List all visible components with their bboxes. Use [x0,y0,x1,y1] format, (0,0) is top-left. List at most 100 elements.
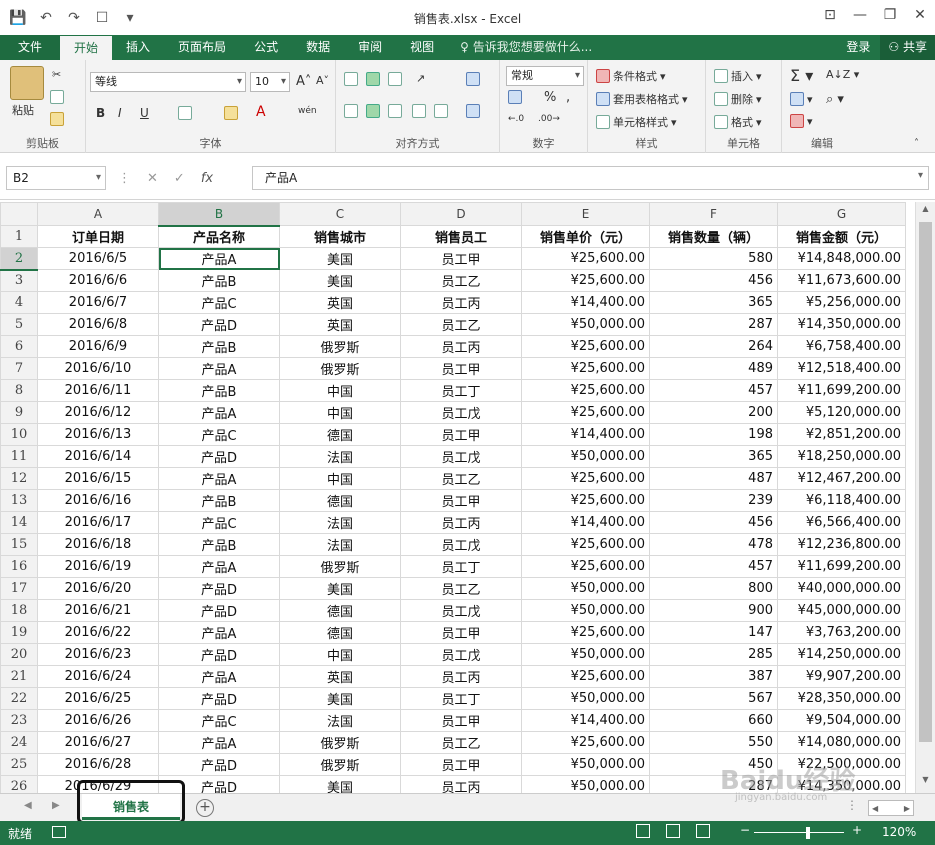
currency-icon[interactable] [508,90,522,104]
cell[interactable]: ¥50,000.00 [521,643,650,666]
cell[interactable]: ¥6,566,400.00 [777,511,906,534]
cell[interactable]: ¥25,600.00 [521,247,650,270]
cell[interactable]: 2016/6/5 [37,247,159,270]
scroll-down-icon[interactable]: ▼ [916,775,935,791]
cell[interactable]: 产品A [158,357,280,380]
macro-record-icon[interactable] [52,826,66,838]
column-header[interactable]: C [279,202,401,226]
cell[interactable]: 550 [649,731,778,754]
cell[interactable]: 员工甲 [400,423,522,446]
header-cell[interactable]: 销售数量（辆） [649,225,778,248]
cell[interactable]: ¥6,118,400.00 [777,489,906,512]
cell[interactable]: 产品D [158,313,280,336]
cell[interactable]: 2016/6/6 [37,269,159,292]
customize-icon[interactable]: ▾ [118,6,142,30]
add-sheet-icon[interactable]: + [196,799,214,817]
cell[interactable]: ¥25,600.00 [521,335,650,358]
autosum-icon[interactable]: Σ ▾ [790,66,813,85]
cell[interactable]: ¥5,256,000.00 [777,291,906,314]
format-painter-icon[interactable] [50,112,64,126]
cancel-icon[interactable]: ✕ [147,171,158,186]
horizontal-scrollbar[interactable]: ◀ ▶ [868,800,914,816]
cell[interactable]: ¥25,600.00 [521,467,650,490]
comma-style-icon[interactable]: , [566,90,570,105]
insert-cells-button[interactable]: 插入 ▾ [714,68,762,84]
merge-center-icon[interactable] [466,104,480,118]
cell[interactable]: 英国 [279,313,401,336]
font-size-select[interactable]: 10 [250,72,290,92]
column-header[interactable]: G [777,202,906,226]
cell[interactable]: 239 [649,489,778,512]
cell[interactable]: 产品D [158,753,280,776]
scroll-right-icon[interactable]: ▶ [904,804,910,813]
cell[interactable]: ¥25,600.00 [521,489,650,512]
scroll-left-icon[interactable]: ◀ [872,804,878,813]
cell[interactable]: 800 [649,577,778,600]
cell[interactable]: 员工戊 [400,599,522,622]
row-header[interactable]: 22 [0,687,38,710]
minimize-icon[interactable]: — [845,0,875,30]
cell[interactable]: 2016/6/11 [37,379,159,402]
restore-icon[interactable]: ❐ [875,0,905,30]
align-right-icon[interactable] [388,104,402,118]
cell[interactable]: 2016/6/14 [37,445,159,468]
wrap-text-icon[interactable] [466,72,480,86]
cell[interactable]: ¥12,467,200.00 [777,467,906,490]
conditional-format-button[interactable]: 条件格式 ▾ [596,68,666,84]
cell[interactable]: 580 [649,247,778,270]
login-link[interactable]: 登录 [836,35,880,60]
cell[interactable]: 2016/6/12 [37,401,159,424]
undo-icon[interactable]: ↶ [34,6,58,30]
font-color-icon[interactable]: A [256,104,266,120]
cell[interactable]: ¥25,600.00 [521,621,650,644]
cell[interactable]: 产品A [158,467,280,490]
italic-button[interactable]: I [118,106,122,120]
prev-sheet-icon[interactable]: ◀ [24,800,32,811]
cell[interactable]: ¥2,851,200.00 [777,423,906,446]
row-header[interactable]: 9 [0,401,38,424]
row-header[interactable]: 6 [0,335,38,358]
cell[interactable]: 456 [649,511,778,534]
cell[interactable]: 员工戊 [400,533,522,556]
cell[interactable]: 457 [649,555,778,578]
cell[interactable]: 法国 [279,709,401,732]
row-header[interactable]: 21 [0,665,38,688]
column-header[interactable]: A [37,202,159,226]
increase-font-icon[interactable]: A˄ [296,74,311,89]
cell[interactable]: ¥25,600.00 [521,731,650,754]
fill-icon[interactable]: ▾ [790,92,813,106]
cell[interactable]: ¥6,758,400.00 [777,335,906,358]
tab-file[interactable]: 文件 [0,35,61,60]
cell[interactable]: 产品B [158,335,280,358]
cell[interactable]: 产品B [158,379,280,402]
cell[interactable]: ¥11,673,600.00 [777,269,906,292]
percent-button[interactable]: % [544,90,556,105]
cell[interactable]: 俄罗斯 [279,753,401,776]
cell[interactable]: ¥18,250,000.00 [777,445,906,468]
cut-icon[interactable]: ✂ [52,68,61,81]
cell[interactable]: ¥14,400.00 [521,511,650,534]
cell[interactable]: ¥50,000.00 [521,577,650,600]
cell[interactable]: 员工乙 [400,577,522,600]
cell[interactable]: 287 [649,775,778,793]
column-header[interactable]: F [649,202,778,226]
page-layout-view-icon[interactable] [666,824,680,838]
cell[interactable]: ¥14,400.00 [521,291,650,314]
borders-icon[interactable] [178,106,192,120]
cell[interactable]: 美国 [279,687,401,710]
cell[interactable]: 2016/6/10 [37,357,159,380]
cell[interactable]: 产品D [158,577,280,600]
cell[interactable]: 产品C [158,709,280,732]
cell[interactable]: 员工丙 [400,291,522,314]
row-header[interactable]: 1 [0,225,38,248]
name-box[interactable]: B2 [6,166,106,190]
tab-insert[interactable]: 插入 [112,35,164,60]
cell[interactable]: 2016/6/26 [37,709,159,732]
cell[interactable]: 2016/6/18 [37,533,159,556]
cell[interactable]: 中国 [279,643,401,666]
align-center-icon[interactable] [366,104,380,118]
number-format-select[interactable]: 常规 [506,66,584,86]
sort-filter-icon[interactable]: A↓Z ▾ [826,68,859,81]
row-header[interactable]: 13 [0,489,38,512]
tab-data[interactable]: 数据 [292,35,344,60]
